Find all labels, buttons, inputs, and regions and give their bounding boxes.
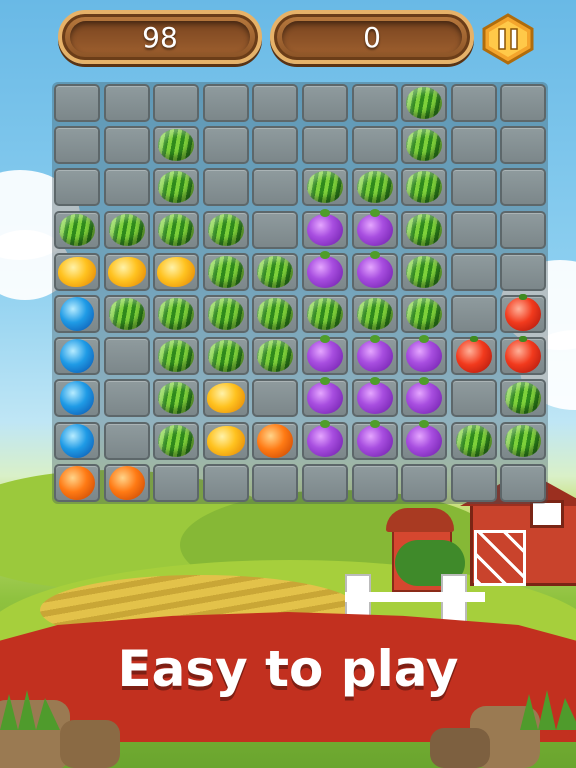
board-cell[interactable] xyxy=(252,84,299,122)
plum-icon[interactable] xyxy=(356,335,393,373)
board-cell[interactable] xyxy=(202,463,249,502)
watermelon-icon[interactable] xyxy=(108,213,145,246)
rock xyxy=(60,720,120,768)
board-cell[interactable] xyxy=(202,84,249,122)
board-cell[interactable] xyxy=(153,84,200,122)
watermelon-icon[interactable] xyxy=(406,255,443,288)
board-cell[interactable] xyxy=(351,84,398,122)
board-cell[interactable] xyxy=(450,210,497,249)
watermelon-icon[interactable] xyxy=(207,298,244,330)
watermelon-icon[interactable] xyxy=(307,298,343,330)
board-cell[interactable] xyxy=(54,168,100,207)
plum-icon[interactable] xyxy=(307,208,343,246)
board-cell[interactable] xyxy=(103,84,150,122)
board-cell[interactable] xyxy=(500,210,547,249)
orange-icon[interactable] xyxy=(108,465,145,500)
score-value: 0 xyxy=(363,20,381,54)
orange-icon[interactable] xyxy=(59,465,95,500)
blueberry-icon[interactable] xyxy=(60,423,94,458)
mango-icon[interactable] xyxy=(206,425,245,456)
board-cell[interactable] xyxy=(302,463,348,502)
plum-icon[interactable] xyxy=(307,419,343,457)
board-cell[interactable] xyxy=(351,126,398,165)
board-cell[interactable] xyxy=(252,210,299,249)
game-board xyxy=(52,82,548,504)
board-cell[interactable] xyxy=(500,168,547,207)
watermelon-icon[interactable] xyxy=(455,424,492,457)
plum-icon[interactable] xyxy=(356,377,393,415)
mango-icon[interactable] xyxy=(157,256,196,287)
score-counter: 0 xyxy=(270,10,474,64)
board-cell[interactable] xyxy=(450,168,497,207)
watermelon-icon[interactable] xyxy=(207,255,244,288)
board-cell[interactable] xyxy=(202,168,249,207)
board-cell[interactable] xyxy=(54,126,100,165)
board-cell[interactable] xyxy=(202,126,249,165)
mango-icon[interactable] xyxy=(58,256,96,287)
plum-icon[interactable] xyxy=(307,250,343,288)
watermelon-icon[interactable] xyxy=(158,424,195,457)
game-scene: 98 0 Easy to play xyxy=(0,0,576,768)
watermelon-icon[interactable] xyxy=(108,298,145,330)
plum-icon[interactable] xyxy=(307,335,343,373)
board-cell[interactable] xyxy=(252,379,299,418)
watermelon-icon[interactable] xyxy=(406,213,443,246)
blueberry-icon[interactable] xyxy=(60,339,94,374)
blueberry-icon[interactable] xyxy=(60,297,94,331)
board-cell[interactable] xyxy=(450,463,497,502)
watermelon-icon[interactable] xyxy=(207,213,244,246)
plum-icon[interactable] xyxy=(356,208,393,246)
plum-icon[interactable] xyxy=(356,419,393,457)
watermelon-icon[interactable] xyxy=(59,213,95,246)
banner-text: Easy to play xyxy=(117,640,459,698)
watermelon-icon[interactable] xyxy=(356,171,393,204)
orange-icon[interactable] xyxy=(257,423,294,458)
board-cell[interactable] xyxy=(103,337,150,376)
pause-button[interactable] xyxy=(482,13,534,65)
watermelon-icon[interactable] xyxy=(158,298,195,330)
plum-icon[interactable] xyxy=(356,250,393,288)
board-cell[interactable] xyxy=(252,168,299,207)
board-cell[interactable] xyxy=(450,84,497,122)
board-cell[interactable] xyxy=(103,379,150,418)
board-cell[interactable] xyxy=(450,295,497,333)
watermelon-icon[interactable] xyxy=(207,340,244,373)
board-cell[interactable] xyxy=(351,463,398,502)
board-cell[interactable] xyxy=(500,84,547,122)
board-cell[interactable] xyxy=(302,126,348,165)
board-cell[interactable] xyxy=(450,252,497,291)
board-cell[interactable] xyxy=(500,126,547,165)
watermelon-icon[interactable] xyxy=(356,298,393,330)
board-cell[interactable] xyxy=(54,84,100,122)
watermelon-icon[interactable] xyxy=(406,87,443,119)
board-cell[interactable] xyxy=(302,84,348,122)
watermelon-icon[interactable] xyxy=(158,213,195,246)
moves-value: 98 xyxy=(142,20,178,54)
board-cell[interactable] xyxy=(103,168,150,207)
tomato-icon[interactable] xyxy=(455,336,492,374)
board-cell[interactable] xyxy=(401,463,448,502)
moves-counter: 98 xyxy=(58,10,262,64)
watermelon-icon[interactable] xyxy=(505,424,542,457)
watermelon-icon[interactable] xyxy=(257,255,294,288)
board-cell[interactable] xyxy=(450,126,497,165)
mango-icon[interactable] xyxy=(107,256,146,287)
pause-icon xyxy=(482,13,534,65)
plum-icon[interactable] xyxy=(406,419,443,457)
rock xyxy=(430,728,490,768)
board-cell[interactable] xyxy=(103,126,150,165)
board-cell[interactable] xyxy=(500,252,547,291)
board-cell[interactable] xyxy=(450,379,497,418)
board-cell[interactable] xyxy=(153,463,200,502)
board-cell[interactable] xyxy=(500,463,547,502)
board-cell[interactable] xyxy=(252,463,299,502)
board-cell[interactable] xyxy=(103,421,150,460)
watermelon-icon[interactable] xyxy=(406,298,443,330)
board-cell[interactable] xyxy=(252,126,299,165)
